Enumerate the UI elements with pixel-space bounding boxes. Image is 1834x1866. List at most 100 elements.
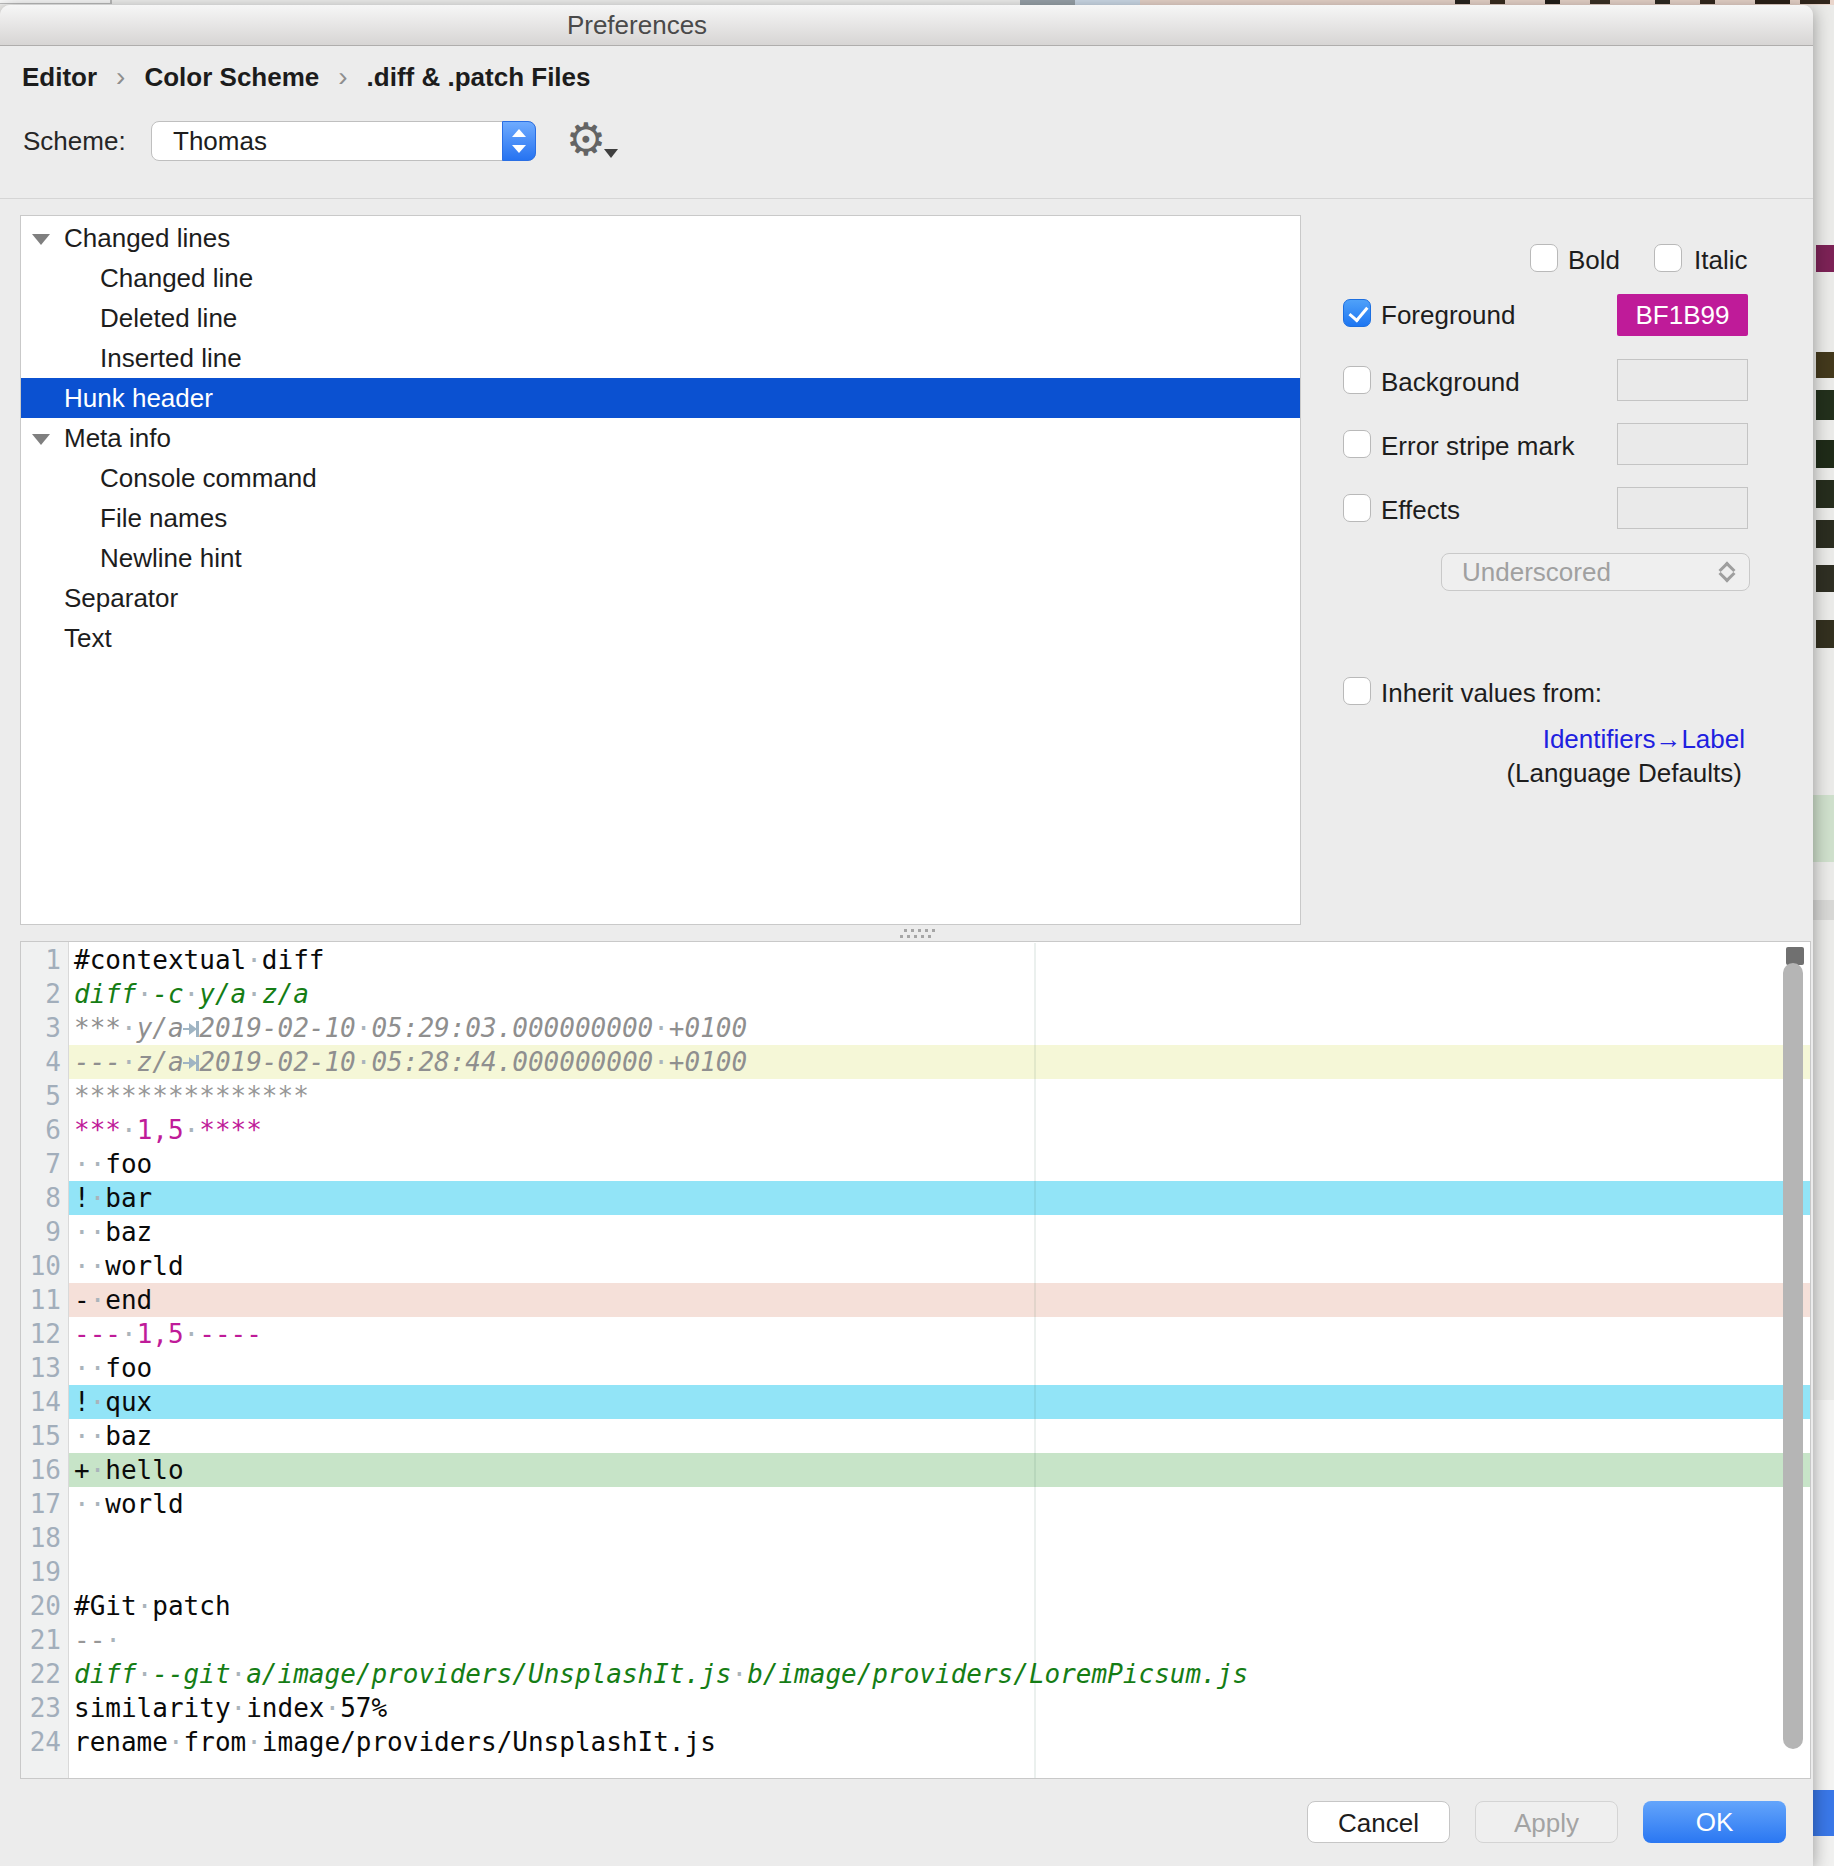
- code-line-24: rename·from·image/providers/UnsplashIt.j…: [74, 1725, 716, 1759]
- line-number: 15: [30, 1419, 61, 1453]
- foreground-label: Foreground: [1381, 300, 1515, 331]
- background-window-fragment: [1816, 245, 1834, 272]
- breadcrumb-separator-icon: ›: [116, 61, 125, 93]
- tree-item-hunk-header[interactable]: Hunk header: [21, 378, 1300, 418]
- line-highlight-deleted: [69, 1283, 1810, 1317]
- language-defaults-note: (Language Defaults): [1506, 758, 1742, 789]
- background-window-fragment: [1816, 390, 1834, 420]
- background-window-fragment: [1813, 1400, 1834, 1790]
- background-label: Background: [1381, 367, 1520, 398]
- tree-item-newline-hint[interactable]: Newline hint: [21, 538, 1300, 578]
- background-window-fragment: [1800, 0, 1830, 4]
- scheme-label: Scheme:: [23, 121, 126, 161]
- background-window-fragment: [1816, 352, 1834, 378]
- effects-checkbox[interactable]: [1343, 494, 1371, 522]
- error-stripe-color-field[interactable]: [1617, 423, 1748, 465]
- line-number: 8: [45, 1181, 61, 1215]
- tree-item-deleted-line[interactable]: Deleted line: [21, 298, 1300, 338]
- scheme-select-stepper-icon[interactable]: [502, 121, 536, 161]
- scheme-select-value: Thomas: [173, 122, 267, 160]
- line-number: 17: [30, 1487, 61, 1521]
- background-window-fragment: [1545, 0, 1560, 4]
- cancel-button[interactable]: Cancel: [1307, 1801, 1450, 1843]
- line-number: 21: [30, 1623, 61, 1657]
- line-number: 1: [45, 943, 61, 977]
- line-highlight-changed: [69, 1385, 1810, 1419]
- tree-item-label: Console command: [100, 458, 317, 498]
- expander-triangle-icon[interactable]: [32, 434, 50, 445]
- tree-item-console-command[interactable]: Console command: [21, 458, 1300, 498]
- tree-item-changed-line[interactable]: Changed line: [21, 258, 1300, 298]
- line-number: 7: [45, 1147, 61, 1181]
- line-number: 13: [30, 1351, 61, 1385]
- inherit-source-link[interactable]: Identifiers→Label: [1543, 724, 1745, 755]
- tree-item-meta-info[interactable]: Meta info: [21, 418, 1300, 458]
- diff-preview-editor[interactable]: 123456789101112131415161718192021222324 …: [20, 941, 1811, 1779]
- background-window-fragment: [0, 3, 112, 4]
- tree-item-file-names[interactable]: File names: [21, 498, 1300, 538]
- editor-gutter: 123456789101112131415161718192021222324: [21, 942, 69, 1778]
- background-checkbox[interactable]: [1343, 366, 1371, 394]
- line-number: 24: [30, 1725, 61, 1759]
- tree-item-text[interactable]: Text: [21, 618, 1300, 658]
- expander-triangle-icon[interactable]: [32, 234, 50, 245]
- background-window-fragment: [1490, 0, 1505, 4]
- preferences-dialog: Preferences Editor › Color Scheme › .dif…: [0, 5, 1813, 1866]
- tree-item-changed-lines[interactable]: Changed lines: [21, 218, 1300, 258]
- code-line-4: ---·z/a2019-02-10·05:28:44.000000000·+01…: [74, 1045, 747, 1079]
- scheme-select[interactable]: Thomas: [151, 121, 536, 161]
- tree-item-label: Text: [64, 618, 112, 658]
- line-number: 12: [30, 1317, 61, 1351]
- breadcrumb-item-editor[interactable]: Editor: [22, 62, 97, 93]
- line-highlight-inserted: [69, 1453, 1810, 1487]
- line-number: 10: [30, 1249, 61, 1283]
- foreground-color-swatch[interactable]: BF1B99: [1617, 294, 1748, 336]
- line-number: 18: [30, 1521, 61, 1555]
- background-window-fragment: [110, 0, 112, 4]
- italic-checkbox[interactable]: [1654, 244, 1682, 272]
- italic-label: Italic: [1694, 245, 1747, 276]
- editor-scrollbar[interactable]: [1783, 963, 1803, 1749]
- right-margin-guide: [1034, 943, 1036, 1779]
- line-number: 11: [30, 1283, 61, 1317]
- breadcrumb: Editor › Color Scheme › .diff & .patch F…: [22, 57, 591, 97]
- tree-item-inserted-line[interactable]: Inserted line: [21, 338, 1300, 378]
- error-stripe-checkbox[interactable]: [1343, 430, 1371, 458]
- code-line-23: similarity·index·57%: [74, 1691, 387, 1725]
- ok-button[interactable]: OK: [1643, 1801, 1786, 1843]
- tree-item-label: Deleted line: [100, 298, 237, 338]
- code-line-20: #Git·patch: [74, 1589, 231, 1623]
- foreground-checkbox[interactable]: [1343, 299, 1371, 327]
- background-window-fragment: [1655, 0, 1670, 4]
- code-line-14: !·qux: [74, 1385, 152, 1419]
- line-number: 4: [45, 1045, 61, 1079]
- code-line-7: ··foo: [74, 1147, 152, 1181]
- effects-style-select[interactable]: Underscored: [1441, 553, 1750, 591]
- inherit-values-checkbox[interactable]: [1343, 677, 1371, 705]
- bold-checkbox[interactable]: [1530, 244, 1558, 272]
- background-color-field[interactable]: [1617, 359, 1748, 401]
- tree-item-separator[interactable]: Separator: [21, 578, 1300, 618]
- effects-label: Effects: [1381, 495, 1460, 526]
- code-line-6: ***·1,5·****: [74, 1113, 262, 1147]
- dialog-titlebar[interactable]: Preferences: [0, 5, 1813, 46]
- line-highlight-changed: [69, 1181, 1810, 1215]
- effects-color-field[interactable]: [1617, 487, 1748, 529]
- code-line-11: -·end: [74, 1283, 152, 1317]
- breadcrumb-item-color-scheme[interactable]: Color Scheme: [144, 62, 319, 93]
- gear-icon: ⚙: [566, 117, 606, 163]
- background-window-fragment: [1700, 0, 1715, 4]
- line-number: 14: [30, 1385, 61, 1419]
- scheme-actions-button[interactable]: ⚙: [566, 117, 626, 163]
- apply-button[interactable]: Apply: [1475, 1801, 1618, 1843]
- line-number: 2: [45, 977, 61, 1011]
- line-number: 9: [45, 1215, 61, 1249]
- error-stripe-label: Error stripe mark: [1381, 431, 1575, 462]
- splitter-grip[interactable]: [899, 928, 939, 940]
- attribute-tree: Changed linesChanged lineDeleted lineIns…: [20, 215, 1301, 925]
- background-window-fragment: [1813, 795, 1834, 862]
- bold-label: Bold: [1568, 245, 1620, 276]
- line-number: 5: [45, 1079, 61, 1113]
- code-line-1: #contextual·diff: [74, 943, 324, 977]
- tree-item-label: Separator: [64, 578, 178, 618]
